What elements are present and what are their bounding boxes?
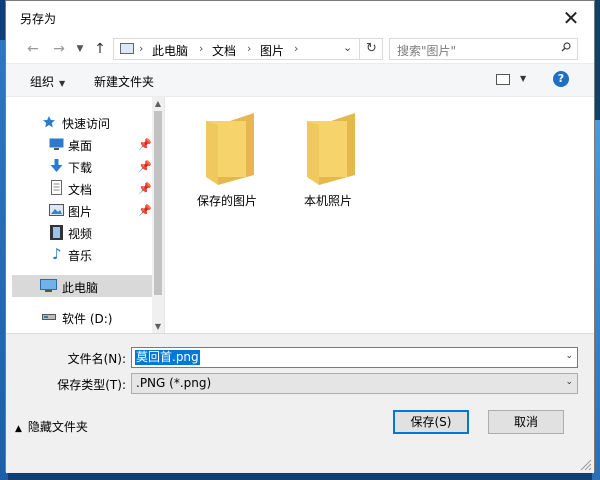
sidebar-item-label: 下载: [68, 161, 93, 175]
save-as-dialog: 另存为 ✕ ← → ▼ ↑ › 此电脑 › 文档 › 图片 › ⌄ ↻ 搜索"图…: [5, 0, 595, 473]
address-bar[interactable]: › 此电脑 › 文档 › 图片 › ⌄ ↻: [113, 38, 383, 60]
help-icon[interactable]: ?: [553, 71, 569, 87]
up-arrow-icon: ↑: [94, 41, 106, 57]
sidebar-item-pictures[interactable]: 图片 📌: [12, 199, 152, 221]
folder-icon: [206, 113, 254, 185]
forward-button[interactable]: →: [49, 40, 69, 58]
filetype-value: .PNG (*.png): [136, 376, 212, 390]
back-button[interactable]: ←: [23, 40, 43, 58]
chevron-down-icon: ▼: [76, 44, 84, 54]
command-toolbar: 组织 ▼ 新建文件夹 ▼ ?: [6, 63, 594, 97]
caret-down-icon: ▼: [59, 79, 66, 88]
pin-icon[interactable]: 📌: [138, 204, 152, 217]
view-options-icon[interactable]: [496, 74, 510, 85]
navigation-bar: ← → ▼ ↑ › 此电脑 › 文档 › 图片 › ⌄ ↻ 搜索"图片": [6, 35, 594, 63]
folder-item[interactable]: 保存的图片: [182, 97, 272, 208]
this-pc-icon: [40, 279, 57, 292]
close-button[interactable]: ✕: [548, 1, 594, 35]
navigation-scrollbar[interactable]: ▲ ▼: [152, 97, 164, 333]
sidebar-item-quick-access[interactable]: 快速访问: [12, 111, 152, 133]
scroll-up-icon[interactable]: ▲: [153, 99, 163, 108]
chevron-down-icon[interactable]: ⌄: [565, 377, 573, 387]
folder-item[interactable]: 本机照片: [283, 97, 373, 208]
sidebar-item-music[interactable]: ♪ 音乐: [12, 243, 152, 265]
breadcrumb-this-pc[interactable]: 此电脑: [152, 42, 188, 59]
pin-icon[interactable]: 📌: [138, 138, 152, 151]
sidebar-item-this-pc[interactable]: 此电脑: [12, 275, 152, 297]
breadcrumb-separator-icon[interactable]: ›: [247, 42, 251, 55]
back-arrow-icon: ←: [27, 41, 39, 57]
star-icon: [43, 116, 55, 128]
hide-folders-button[interactable]: ▲ 隐藏文件夹: [15, 418, 88, 435]
address-history-dropdown[interactable]: ⌄: [343, 41, 352, 54]
hide-folders-label: 隐藏文件夹: [27, 420, 88, 434]
pictures-icon: [49, 204, 64, 216]
breadcrumb-documents[interactable]: 文档: [212, 42, 236, 59]
sidebar-item-label: 桌面: [68, 139, 93, 153]
filetype-label: 保存类型(T):: [57, 378, 126, 392]
sidebar-item-videos[interactable]: 视频: [12, 221, 152, 243]
forward-arrow-icon: →: [53, 41, 65, 57]
filetype-select[interactable]: .PNG (*.png) ⌄: [131, 373, 578, 394]
sidebar-item-downloads[interactable]: 下载 📌: [12, 155, 152, 177]
folder-label: 本机照片: [303, 194, 352, 208]
scroll-down-icon[interactable]: ▼: [153, 322, 163, 331]
download-icon: [50, 159, 63, 172]
folder-label: 保存的图片: [196, 194, 257, 208]
music-icon: ♪: [52, 245, 62, 263]
search-box[interactable]: 搜索"图片": [389, 38, 578, 60]
view-caret-down-icon[interactable]: ▼: [520, 74, 526, 83]
sidebar-item-label: 音乐: [68, 249, 93, 263]
breadcrumb-separator-icon[interactable]: ›: [199, 42, 203, 55]
video-icon: [50, 225, 63, 240]
sidebar-item-drive-d[interactable]: 软件 (D:): [12, 306, 152, 328]
chevron-up-icon: ▲: [15, 424, 22, 434]
breadcrumb-separator-icon[interactable]: ›: [294, 42, 298, 55]
breadcrumb-pictures[interactable]: 图片: [260, 42, 284, 59]
sidebar-item-documents[interactable]: 文档 📌: [12, 177, 152, 199]
filename-field[interactable]: 莫回首.png ⌄: [131, 347, 578, 368]
pin-icon[interactable]: 📌: [138, 182, 152, 195]
chevron-down-icon[interactable]: ⌄: [565, 351, 573, 361]
sidebar-item-label: 此电脑: [62, 281, 99, 295]
organize-menu[interactable]: 组织 ▼: [30, 73, 65, 90]
refresh-button[interactable]: ↻: [359, 39, 383, 59]
sidebar-item-label: 文档: [68, 183, 93, 197]
desktop-icon: [49, 138, 64, 150]
resize-grip-icon[interactable]: [578, 457, 592, 471]
close-icon: ✕: [562, 6, 580, 30]
navigation-pane: 快速访问 桌面 📌 下载 📌 文档 📌 图片 📌 视频 ♪ 音乐 此电脑 软件 …: [12, 97, 164, 333]
filename-label: 文件名(N):: [67, 352, 126, 366]
file-list: 保存的图片 本机照片: [164, 97, 588, 333]
recent-locations-button[interactable]: ▼: [70, 40, 90, 58]
sidebar-item-desktop[interactable]: 桌面 📌: [12, 133, 152, 155]
sidebar-item-label: 软件 (D:): [62, 312, 113, 326]
scrollbar-thumb[interactable]: [154, 111, 162, 295]
breadcrumb-separator-icon[interactable]: ›: [139, 42, 143, 55]
sidebar-item-label: 快速访问: [62, 117, 111, 131]
cancel-button[interactable]: 取消: [488, 410, 564, 434]
drive-icon: [42, 314, 56, 320]
search-icon[interactable]: [561, 42, 571, 52]
new-folder-button[interactable]: 新建文件夹: [94, 73, 154, 90]
this-pc-icon: [120, 43, 134, 54]
save-button[interactable]: 保存(S): [393, 410, 469, 434]
search-placeholder: 搜索"图片": [397, 44, 457, 58]
up-button[interactable]: ↑: [90, 40, 110, 58]
organize-label: 组织: [30, 75, 55, 89]
dialog-title: 另存为: [20, 12, 57, 26]
title-bar: 另存为 ✕: [6, 1, 594, 35]
folder-icon: [307, 113, 355, 185]
sidebar-item-label: 视频: [68, 227, 93, 241]
pin-icon[interactable]: 📌: [138, 160, 152, 173]
refresh-icon: ↻: [366, 41, 377, 56]
document-icon: [51, 180, 62, 195]
filename-value[interactable]: 莫回首.png: [135, 350, 200, 365]
save-options-panel: 文件名(N): 莫回首.png ⌄ 保存类型(T): .PNG (*.png) …: [6, 333, 594, 473]
sidebar-item-label: 图片: [68, 205, 93, 219]
